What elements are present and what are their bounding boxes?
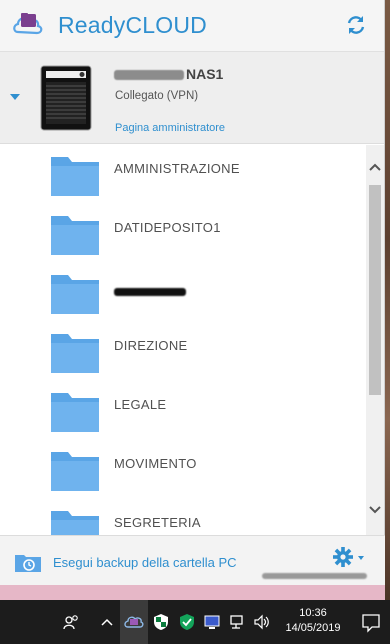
defender-check-icon[interactable]	[178, 612, 196, 632]
redacted-footer-text	[262, 573, 367, 579]
header: ReadyCLOUD	[0, 0, 384, 52]
clock-time: 10:36	[299, 607, 327, 619]
folder-row[interactable]: AMMINISTRAZIONE	[0, 145, 366, 204]
taskbar-clock[interactable]: 10:36 14/05/2019	[282, 606, 344, 636]
folder-label: DATIDEPOSITO1	[114, 220, 221, 235]
folder-label: AMMINISTRAZIONE	[114, 161, 240, 176]
redacted-device-prefix	[114, 70, 184, 80]
folder-row[interactable]: LEGALE	[0, 381, 366, 440]
people-icon[interactable]	[62, 612, 80, 632]
folder-row[interactable]: DATIDEPOSITO1	[0, 204, 366, 263]
folder-icon	[51, 275, 99, 314]
scroll-up-icon[interactable]	[366, 157, 384, 177]
chevron-up-icon[interactable]	[100, 612, 114, 632]
folder-icon	[51, 334, 99, 373]
folder-icon	[51, 157, 99, 196]
scrollbar[interactable]	[366, 145, 384, 535]
folder-row[interactable]: MOVIMENTO	[0, 440, 366, 499]
folder-label: SEGRETERIA	[114, 515, 201, 530]
footer: Esegui backup della cartella PC	[0, 535, 385, 585]
folder-icon	[51, 511, 99, 535]
taskbar: 10:36 14/05/2019	[0, 600, 390, 644]
folder-icon	[51, 393, 99, 432]
folder-icon	[51, 452, 99, 491]
scrollbar-thumb[interactable]	[369, 185, 381, 395]
app-title: ReadyCLOUD	[58, 12, 207, 38]
folder-label: LEGALE	[114, 397, 167, 412]
settings-gear-icon[interactable]	[332, 546, 366, 568]
device-section: NAS1 Collegato (VPN) Pagina amministrato…	[0, 52, 384, 144]
scroll-down-icon[interactable]	[366, 500, 384, 520]
admin-page-link[interactable]: Pagina amministratore	[115, 122, 225, 134]
clock-date: 14/05/2019	[285, 622, 341, 634]
network-icon[interactable]	[229, 612, 247, 632]
folder-row[interactable]: DIREZIONE	[0, 322, 366, 381]
sync-icon[interactable]	[344, 13, 368, 37]
volume-icon[interactable]	[253, 612, 271, 632]
folder-label: DIREZIONE	[114, 338, 188, 353]
readycloud-panel: ReadyCLOUD NAS1 Collegato (VPN) Pagina a…	[0, 0, 385, 585]
collapse-caret-icon[interactable]	[8, 92, 22, 102]
display-icon[interactable]	[203, 612, 221, 632]
folder-label: MOVIMENTO	[114, 456, 197, 471]
backup-pc-folder-link[interactable]: Esegui backup della cartella PC	[53, 555, 237, 570]
notification-icon[interactable]	[360, 611, 382, 633]
security-shield-icon[interactable]	[152, 612, 170, 632]
backup-folder-icon[interactable]	[14, 551, 42, 573]
nas-device-icon	[40, 65, 92, 131]
device-status: Collegato (VPN)	[115, 90, 199, 102]
folder-list: AMMINISTRAZIONE DATIDEPOSITO1 DIREZIONE LEG…	[0, 145, 366, 535]
readycloud-tray-icon[interactable]	[124, 612, 144, 632]
window-bottom-edge	[0, 585, 385, 600]
readycloud-logo-icon	[13, 13, 43, 35]
folder-row[interactable]: SEGRETERIA	[0, 499, 366, 535]
folder-icon	[51, 216, 99, 255]
redacted-folder-label	[114, 288, 186, 296]
device-name: NAS1	[186, 66, 224, 82]
folder-row[interactable]	[0, 263, 366, 322]
